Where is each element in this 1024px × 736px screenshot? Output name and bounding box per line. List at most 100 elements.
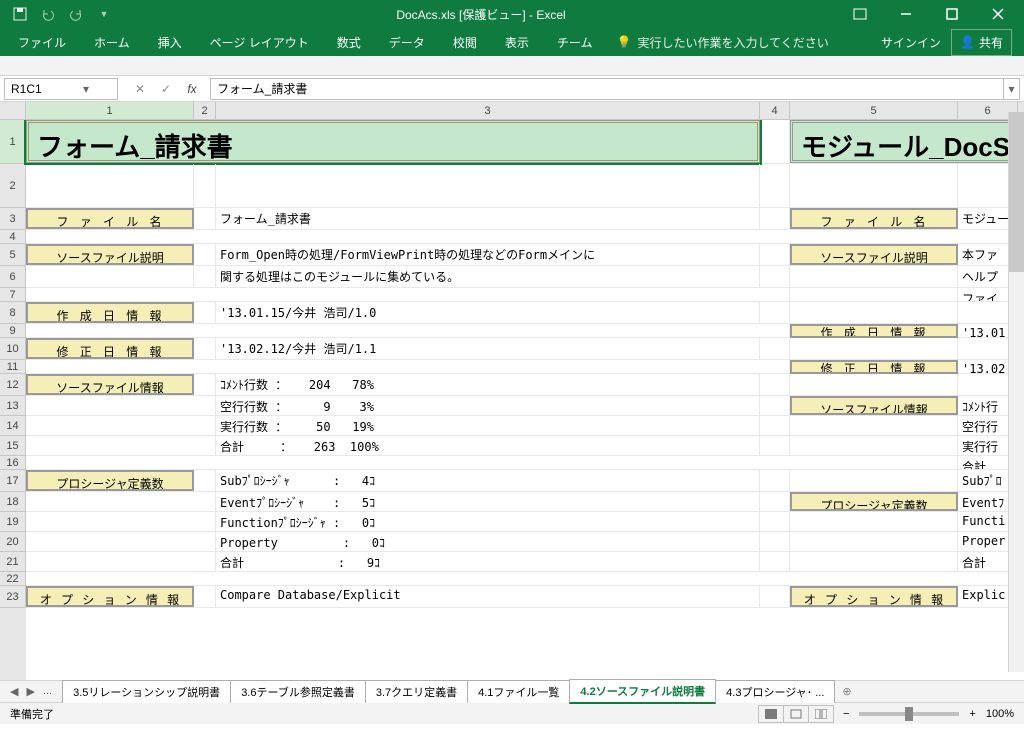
cell-d20[interactable] — [760, 532, 790, 551]
sheet-nav-more[interactable]: ... — [43, 685, 52, 698]
cell-b3[interactable] — [194, 208, 216, 229]
row-header-10[interactable]: 10 — [0, 338, 26, 360]
cell-c10[interactable]: '13.02.12/今井 浩司/1.1 — [216, 338, 760, 359]
cell-e20[interactable] — [790, 532, 958, 551]
cell-c6[interactable]: 関する処理はこのモジュールに集めている。 — [216, 266, 760, 287]
cell-e10[interactable] — [790, 338, 958, 359]
cell-c2[interactable] — [216, 164, 760, 207]
cell-b17[interactable] — [194, 470, 216, 491]
cell-b10[interactable] — [194, 338, 216, 359]
tab-view[interactable]: 表示 — [491, 28, 543, 57]
tab-formulas[interactable]: 数式 — [323, 28, 375, 57]
sheet-tab-1[interactable]: 3.6テーブル参照定義書 — [230, 680, 366, 703]
enter-formula-button[interactable]: ✓ — [156, 82, 176, 96]
cell-d15[interactable] — [760, 436, 790, 455]
cell-d12[interactable] — [760, 374, 790, 395]
tab-insert[interactable]: 挿入 — [144, 28, 196, 57]
qat-customize-icon[interactable]: ▼ — [92, 2, 116, 26]
cell-a3[interactable]: フ ァ イ ル 名 — [26, 208, 194, 229]
cell-c12[interactable]: ｺﾒﾝﾄ行数 ： 204 78% — [216, 374, 760, 395]
sheet-tab-4[interactable]: 4.2ソースファイル説明書 — [569, 679, 716, 704]
cell-d3[interactable] — [760, 208, 790, 229]
cell-row16[interactable] — [26, 456, 958, 469]
cell-row4[interactable] — [26, 230, 1018, 243]
cell-row7-left[interactable] — [26, 288, 790, 301]
cell-b6[interactable] — [194, 266, 216, 287]
cell-d18[interactable] — [760, 492, 790, 511]
cell-e1[interactable]: モジュール_DocSer — [790, 120, 1018, 163]
cell-c13[interactable]: 空行行数 ： 9 3% — [216, 396, 760, 415]
cell-c5[interactable]: Form_Open時の処理/FormViewPrint時の処理などのFormメイ… — [216, 244, 760, 265]
cell-a2[interactable] — [26, 164, 194, 207]
cell-e11[interactable]: 修 正 日 情 報 — [790, 360, 958, 374]
add-sheet-button[interactable]: ⊕ — [834, 685, 859, 698]
row-header-12[interactable]: 12 — [0, 374, 26, 396]
row-header-14[interactable]: 14 — [0, 416, 26, 436]
close-button[interactable] — [976, 0, 1020, 28]
cell-c21[interactable]: 合計 : 9ｺ — [216, 552, 760, 571]
cell-e15[interactable] — [790, 436, 958, 455]
cell-a14[interactable] — [26, 416, 216, 435]
cell-a15[interactable] — [26, 436, 216, 455]
formula-expand-icon[interactable]: ▾ — [1004, 78, 1020, 100]
cell-c8[interactable]: '13.01.15/今井 浩司/1.0 — [216, 302, 760, 323]
row-header-5[interactable]: 5 — [0, 244, 26, 266]
row-header-21[interactable]: 21 — [0, 552, 26, 572]
row-header-22[interactable]: 22 — [0, 572, 26, 586]
name-box-dropdown-icon[interactable]: ▾ — [61, 82, 111, 96]
tab-team[interactable]: チーム — [543, 28, 607, 57]
cell-e5[interactable]: ソースファイル説明 — [790, 244, 958, 265]
cell-row22[interactable] — [26, 572, 1018, 585]
row-header-16[interactable]: 16 — [0, 456, 26, 470]
tab-home[interactable]: ホーム — [80, 28, 144, 57]
cell-c15[interactable]: 合計 ： 263 100% — [216, 436, 760, 455]
cell-e7[interactable] — [790, 288, 958, 301]
cell-e13[interactable]: ソースファイル情報 — [790, 396, 958, 415]
normal-view-button[interactable] — [758, 705, 784, 723]
row-header-7[interactable]: 7 — [0, 288, 26, 302]
cell-d5[interactable] — [760, 244, 790, 265]
vertical-scrollbar-thumb[interactable] — [1009, 112, 1024, 272]
cell-a18[interactable] — [26, 492, 216, 511]
vertical-scrollbar[interactable] — [1008, 112, 1024, 672]
row-header-23[interactable]: 23 — [0, 586, 26, 608]
cell-d19[interactable] — [760, 512, 790, 531]
cell-d1[interactable] — [760, 120, 790, 163]
cell-e14[interactable] — [790, 416, 958, 435]
row-header-17[interactable]: 17 — [0, 470, 26, 492]
cell-b23[interactable] — [194, 586, 216, 607]
cell-a1[interactable]: フォーム_請求書 — [26, 120, 760, 163]
cell-c17[interactable]: Subﾌﾟﾛｼｰｼﾞｬ : 4ｺ — [216, 470, 760, 491]
row-header-20[interactable]: 20 — [0, 532, 26, 552]
row-header-8[interactable]: 8 — [0, 302, 26, 324]
row-header-15[interactable]: 15 — [0, 436, 26, 456]
cell-a6[interactable] — [26, 266, 194, 287]
cell-e12[interactable] — [790, 374, 958, 395]
redo-button[interactable] — [64, 2, 88, 26]
col-header-4[interactable]: 4 — [760, 102, 790, 119]
signin-link[interactable]: サインイン — [881, 34, 941, 51]
cell-row9-left[interactable] — [26, 324, 790, 337]
cell-c19[interactable]: Functionﾌﾟﾛｼｰｼﾞｬ : 0ｺ — [216, 512, 760, 531]
minimize-button[interactable] — [884, 0, 928, 28]
cell-e9[interactable]: 作 成 日 情 報 — [790, 324, 958, 338]
ribbon-display-button[interactable] — [838, 0, 882, 28]
cell-e23[interactable]: オ プ シ ョ ン 情 報 — [790, 586, 958, 607]
zoom-level[interactable]: 100% — [986, 708, 1014, 720]
cell-a23[interactable]: オ プ シ ョ ン 情 報 — [26, 586, 194, 607]
zoom-slider-thumb[interactable] — [905, 707, 913, 721]
tell-me[interactable]: 💡 実行したい作業を入力してください — [606, 34, 838, 51]
cell-a12[interactable]: ソースファイル情報 — [26, 374, 194, 395]
cell-e8[interactable] — [790, 302, 958, 323]
row-header-6[interactable]: 6 — [0, 266, 26, 288]
tab-data[interactable]: データ — [375, 28, 439, 57]
cell-d13[interactable] — [760, 396, 790, 415]
cell-d14[interactable] — [760, 416, 790, 435]
col-header-2[interactable]: 2 — [194, 102, 216, 119]
cell-d6[interactable] — [760, 266, 790, 287]
cell-a13[interactable] — [26, 396, 216, 415]
cell-c23[interactable]: Compare Database/Explicit — [216, 586, 760, 607]
formula-input[interactable]: フォーム_請求書 — [210, 78, 1004, 100]
cell-row11-left[interactable] — [26, 360, 790, 373]
cell-a19[interactable] — [26, 512, 216, 531]
